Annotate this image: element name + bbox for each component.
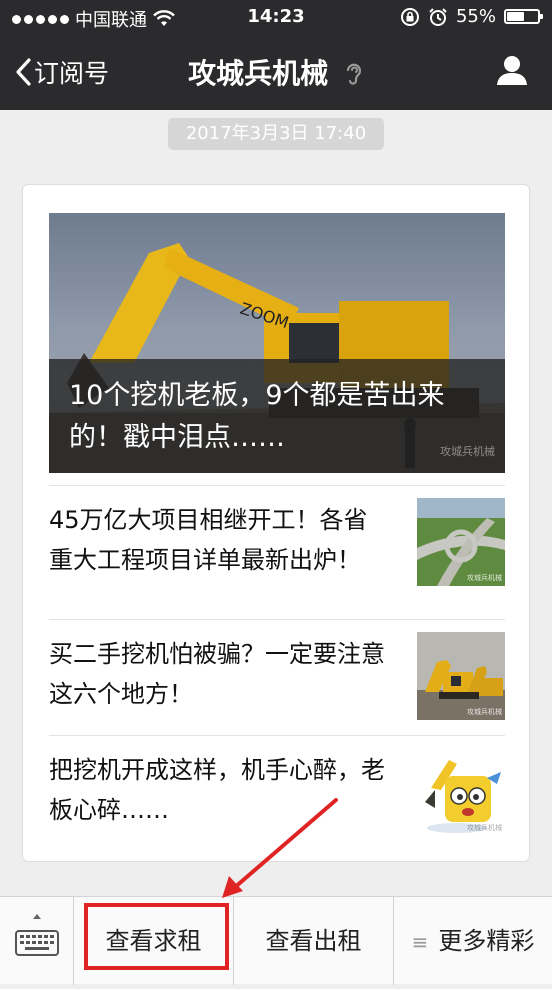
thumbnail-watermark: 攻城兵机械	[467, 574, 502, 582]
article-thumbnail-cartoon: 攻城兵机械	[417, 748, 505, 836]
status-bar: 中国联通 14:23 55%	[0, 0, 552, 34]
battery-percent: 55%	[455, 6, 496, 27]
article-item-title: 45万亿大项目相继开工！各省重大工程项目详单最新出炉！	[49, 506, 368, 574]
article-item-title: 买二手挖机怕被骗？一定要注意这六个地方！	[49, 640, 385, 708]
ear-icon	[346, 63, 361, 85]
highlight-box	[84, 903, 229, 970]
thumbnail-watermark: 攻城兵机械	[467, 824, 502, 832]
bottom-menu: 查看求租 查看出租 ≡ 更多精彩	[0, 896, 552, 985]
hero-watermark: 攻城兵机械	[440, 445, 495, 458]
nav-bar: 订阅号 攻城兵机械	[0, 34, 552, 110]
article-item-1[interactable]: 45万亿大项目相继开工！各省重大工程项目详单最新出炉！ 攻城兵机械	[49, 485, 505, 619]
keyboard-toggle-button[interactable]	[0, 897, 74, 985]
message-timestamp: 2017年3月3日 17:40	[168, 118, 384, 150]
menu-rentals-button[interactable]: 查看出租	[234, 897, 394, 985]
keyboard-icon	[15, 914, 59, 956]
profile-button[interactable]	[496, 54, 528, 90]
battery-icon	[504, 9, 543, 24]
article-item-2[interactable]: 买二手挖机怕被骗？一定要注意这六个地方！ 攻城兵机械	[49, 619, 505, 735]
hero-caption: 10个挖机老板，9个都是苦出来的！戳中泪点……	[49, 359, 505, 473]
page-title: 攻城兵机械	[0, 52, 552, 92]
article-item-3[interactable]: 把挖机开成这样，机手心醉，老板心碎…… 攻城兵机械	[49, 735, 505, 853]
article-thumbnail-highway: 攻城兵机械	[417, 498, 505, 586]
hero-article[interactable]: ZOOM 10个挖机老板，9个都是苦出来的！戳中泪点…… 攻城兵机械	[49, 213, 505, 473]
article-item-title: 把挖机开成这样，机手心醉，老板心碎……	[49, 756, 385, 824]
person-icon	[497, 56, 527, 85]
menu-more-button[interactable]: ≡ 更多精彩	[394, 897, 552, 985]
rotation-lock-icon	[400, 7, 419, 26]
alarm-icon	[429, 7, 447, 26]
page-title-text: 攻城兵机械	[188, 57, 329, 90]
status-right: 55%	[400, 6, 543, 27]
menu-lines-icon: ≡	[411, 930, 429, 954]
menu-more-label: 更多精彩	[438, 927, 535, 955]
article-thumbnail-excavators: 攻城兵机械	[417, 632, 505, 720]
article-card[interactable]: ZOOM 10个挖机老板，9个都是苦出来的！戳中泪点…… 攻城兵机械 45万亿大…	[22, 184, 530, 862]
thumbnail-watermark: 攻城兵机械	[467, 708, 502, 716]
